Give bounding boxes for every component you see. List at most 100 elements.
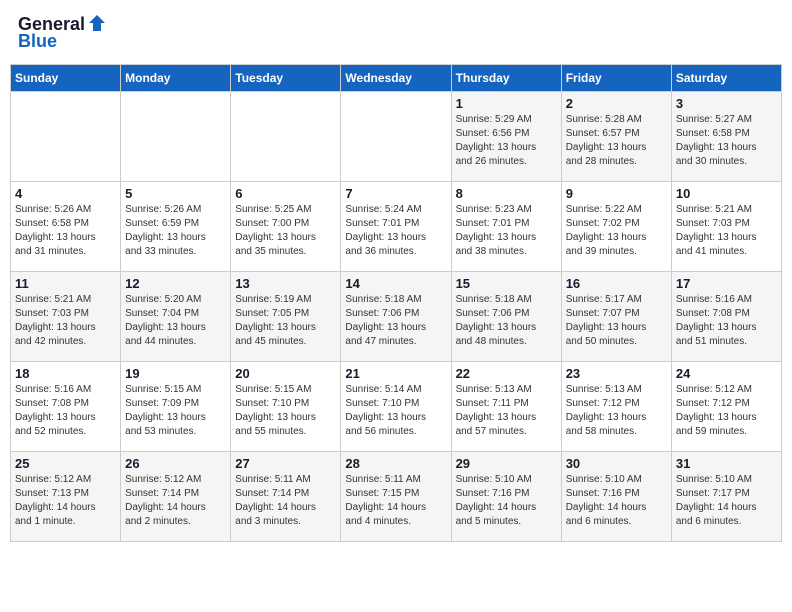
day-info: Sunrise: 5:28 AM Sunset: 6:57 PM Dayligh…	[566, 113, 667, 169]
calendar-cell: 4Sunrise: 5:26 AM Sunset: 6:58 PM Daylig…	[11, 182, 121, 272]
day-info: Sunrise: 5:11 AM Sunset: 7:14 PM Dayligh…	[235, 473, 336, 529]
calendar-cell: 13 Sunrise: 5:19 AM Sunset: 7:05 PM Dayli…	[231, 272, 341, 362]
day-number: 6	[235, 186, 336, 201]
calendar-cell: 12Sunrise: 5:20 AM Sunset: 7:04 PM Dayli…	[121, 272, 231, 362]
calendar-cell: 17 Sunrise: 5:16 AM Sunset: 7:08 PM Dayli…	[671, 272, 781, 362]
calendar-cell: 7 Sunrise: 5:24 AM Sunset: 7:01 PM Daylig…	[341, 182, 451, 272]
day-info: Sunrise: 5:21 AM Sunset: 7:03 PM Dayligh…	[15, 293, 116, 349]
day-header-thursday: Thursday	[451, 65, 561, 92]
calendar-cell: 26 Sunrise: 5:12 AM Sunset: 7:14 PM Dayli…	[121, 452, 231, 542]
day-header-wednesday: Wednesday	[341, 65, 451, 92]
day-number: 22	[456, 366, 557, 381]
day-info: Sunrise: 5:24 AM Sunset: 7:01 PM Dayligh…	[345, 203, 446, 259]
calendar-cell: 9 Sunrise: 5:22 AM Sunset: 7:02 PM Daylig…	[561, 182, 671, 272]
calendar-cell: 22Sunrise: 5:13 AM Sunset: 7:11 PM Dayli…	[451, 362, 561, 452]
day-number: 29	[456, 456, 557, 471]
calendar-cell: 16Sunrise: 5:17 AM Sunset: 7:07 PM Dayli…	[561, 272, 671, 362]
day-number: 12	[125, 276, 226, 291]
day-header-sunday: Sunday	[11, 65, 121, 92]
day-info: Sunrise: 5:29 AM Sunset: 6:56 PM Dayligh…	[456, 113, 557, 169]
day-number: 16	[566, 276, 667, 291]
day-number: 5	[125, 186, 226, 201]
calendar-cell	[341, 92, 451, 182]
day-number: 9	[566, 186, 667, 201]
day-info: Sunrise: 5:22 AM Sunset: 7:02 PM Dayligh…	[566, 203, 667, 259]
day-number: 30	[566, 456, 667, 471]
day-header-saturday: Saturday	[671, 65, 781, 92]
day-number: 15	[456, 276, 557, 291]
logo-icon	[87, 13, 107, 33]
day-info: Sunrise: 5:16 AM Sunset: 7:08 PM Dayligh…	[15, 383, 116, 439]
day-number: 2	[566, 96, 667, 111]
day-number: 1	[456, 96, 557, 111]
calendar-cell: 30 Sunrise: 5:10 AM Sunset: 7:16 PM Dayli…	[561, 452, 671, 542]
day-info: Sunrise: 5:16 AM Sunset: 7:08 PM Dayligh…	[676, 293, 777, 349]
day-number: 14	[345, 276, 446, 291]
week-row-5: 25Sunrise: 5:12 AM Sunset: 7:13 PM Dayli…	[11, 452, 782, 542]
logo-blue-text: Blue	[18, 31, 57, 52]
calendar-cell: 10 Sunrise: 5:21 AM Sunset: 7:03 PM Dayli…	[671, 182, 781, 272]
calendar-cell	[11, 92, 121, 182]
calendar-cell	[231, 92, 341, 182]
day-info: Sunrise: 5:15 AM Sunset: 7:09 PM Dayligh…	[125, 383, 226, 439]
day-header-tuesday: Tuesday	[231, 65, 341, 92]
calendar-cell: 6 Sunrise: 5:25 AM Sunset: 7:00 PM Daylig…	[231, 182, 341, 272]
day-info: Sunrise: 5:25 AM Sunset: 7:00 PM Dayligh…	[235, 203, 336, 259]
calendar-cell: 5 Sunrise: 5:26 AM Sunset: 6:59 PM Daylig…	[121, 182, 231, 272]
calendar-cell: 14 Sunrise: 5:18 AM Sunset: 7:06 PM Dayli…	[341, 272, 451, 362]
day-number: 23	[566, 366, 667, 381]
calendar-cell: 21Sunrise: 5:14 AM Sunset: 7:10 PM Dayli…	[341, 362, 451, 452]
day-number: 17	[676, 276, 777, 291]
day-info: Sunrise: 5:27 AM Sunset: 6:58 PM Dayligh…	[676, 113, 777, 169]
day-info: Sunrise: 5:18 AM Sunset: 7:06 PM Dayligh…	[345, 293, 446, 349]
calendar-cell: 29 Sunrise: 5:10 AM Sunset: 7:16 PM Dayli…	[451, 452, 561, 542]
day-number: 28	[345, 456, 446, 471]
day-number: 7	[345, 186, 446, 201]
calendar-table: SundayMondayTuesdayWednesdayThursdayFrid…	[10, 64, 782, 542]
day-info: Sunrise: 5:21 AM Sunset: 7:03 PM Dayligh…	[676, 203, 777, 259]
day-number: 25	[15, 456, 116, 471]
day-number: 26	[125, 456, 226, 471]
day-header-monday: Monday	[121, 65, 231, 92]
day-info: Sunrise: 5:10 AM Sunset: 7:16 PM Dayligh…	[456, 473, 557, 529]
day-info: Sunrise: 5:18 AM Sunset: 7:06 PM Dayligh…	[456, 293, 557, 349]
calendar-cell: 15 Sunrise: 5:18 AM Sunset: 7:06 PM Dayli…	[451, 272, 561, 362]
calendar-cell	[121, 92, 231, 182]
calendar-cell: 1 Sunrise: 5:29 AM Sunset: 6:56 PM Daylig…	[451, 92, 561, 182]
day-number: 13	[235, 276, 336, 291]
calendar-cell: 8Sunrise: 5:23 AM Sunset: 7:01 PM Daylig…	[451, 182, 561, 272]
calendar-cell: 23 Sunrise: 5:13 AM Sunset: 7:12 PM Dayli…	[561, 362, 671, 452]
day-info: Sunrise: 5:11 AM Sunset: 7:15 PM Dayligh…	[345, 473, 446, 529]
week-row-2: 4Sunrise: 5:26 AM Sunset: 6:58 PM Daylig…	[11, 182, 782, 272]
day-header-friday: Friday	[561, 65, 671, 92]
day-number: 4	[15, 186, 116, 201]
day-number: 24	[676, 366, 777, 381]
calendar-cell: 28 Sunrise: 5:11 AM Sunset: 7:15 PM Dayli…	[341, 452, 451, 542]
week-row-3: 11Sunrise: 5:21 AM Sunset: 7:03 PM Dayli…	[11, 272, 782, 362]
day-info: Sunrise: 5:13 AM Sunset: 7:12 PM Dayligh…	[566, 383, 667, 439]
day-number: 3	[676, 96, 777, 111]
day-info: Sunrise: 5:26 AM Sunset: 6:59 PM Dayligh…	[125, 203, 226, 259]
calendar-cell: 19 Sunrise: 5:15 AM Sunset: 7:09 PM Dayli…	[121, 362, 231, 452]
page-header: General Blue	[10, 10, 782, 56]
calendar-cell: 27Sunrise: 5:11 AM Sunset: 7:14 PM Dayli…	[231, 452, 341, 542]
day-info: Sunrise: 5:12 AM Sunset: 7:14 PM Dayligh…	[125, 473, 226, 529]
logo: General Blue	[18, 14, 107, 52]
day-number: 19	[125, 366, 226, 381]
calendar-cell: 18Sunrise: 5:16 AM Sunset: 7:08 PM Dayli…	[11, 362, 121, 452]
day-number: 8	[456, 186, 557, 201]
day-number: 20	[235, 366, 336, 381]
calendar-cell: 31Sunrise: 5:10 AM Sunset: 7:17 PM Dayli…	[671, 452, 781, 542]
calendar-cell: 20Sunrise: 5:15 AM Sunset: 7:10 PM Dayli…	[231, 362, 341, 452]
header-row: SundayMondayTuesdayWednesdayThursdayFrid…	[11, 65, 782, 92]
day-info: Sunrise: 5:10 AM Sunset: 7:16 PM Dayligh…	[566, 473, 667, 529]
week-row-4: 18Sunrise: 5:16 AM Sunset: 7:08 PM Dayli…	[11, 362, 782, 452]
day-info: Sunrise: 5:12 AM Sunset: 7:12 PM Dayligh…	[676, 383, 777, 439]
calendar-cell: 11Sunrise: 5:21 AM Sunset: 7:03 PM Dayli…	[11, 272, 121, 362]
day-info: Sunrise: 5:19 AM Sunset: 7:05 PM Dayligh…	[235, 293, 336, 349]
week-row-1: 1 Sunrise: 5:29 AM Sunset: 6:56 PM Daylig…	[11, 92, 782, 182]
day-number: 10	[676, 186, 777, 201]
calendar-cell: 3 Sunrise: 5:27 AM Sunset: 6:58 PM Daylig…	[671, 92, 781, 182]
day-info: Sunrise: 5:10 AM Sunset: 7:17 PM Dayligh…	[676, 473, 777, 529]
day-number: 21	[345, 366, 446, 381]
